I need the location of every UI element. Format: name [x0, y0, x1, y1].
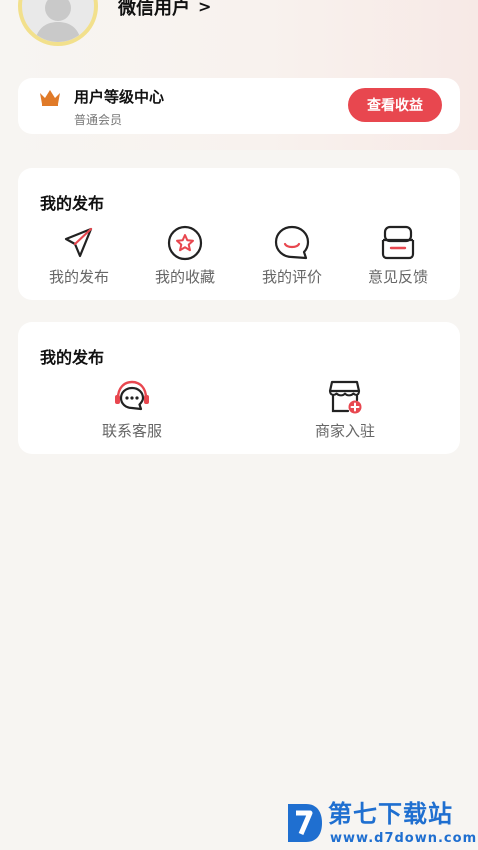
member-level-text: 普通会员 — [74, 113, 123, 127]
menu-item-label: 商家入驻 — [314, 422, 375, 440]
menu-item-my-posts[interactable]: 我的发布 — [26, 224, 132, 285]
username-text: 微信用户 — [118, 0, 190, 19]
menu-item-feedback[interactable]: 意见反馈 — [345, 224, 451, 285]
site-watermark: 第七下载站 www.d7down.com — [282, 800, 478, 850]
level-center-card[interactable]: 用户等级中心 普通会员 查看收益 — [18, 78, 460, 134]
menu-item-label: 意见反馈 — [367, 268, 428, 286]
user-silhouette-icon — [34, 0, 82, 42]
menu-item-label: 我的发布 — [48, 268, 109, 286]
headset-chat-icon — [113, 378, 151, 416]
watermark-url: www.d7down.com — [330, 831, 478, 846]
view-earnings-button[interactable]: 查看收益 — [348, 88, 442, 122]
menu-item-label: 我的评价 — [261, 268, 322, 286]
my-publish-card: 我的发布 我的发布 我的收藏 我的评价 意见反馈 — [18, 168, 460, 300]
menu-item-customer-service[interactable]: 联系客服 — [26, 378, 238, 439]
watermark-site-name: 第七下载站 — [328, 800, 453, 828]
send-icon — [60, 224, 98, 262]
menu-item-favorites[interactable]: 我的收藏 — [132, 224, 238, 285]
username-link[interactable]: 微信用户 > — [118, 0, 211, 20]
smile-chat-icon — [273, 224, 311, 262]
star-circle-icon — [166, 224, 204, 262]
feedback-box-icon — [379, 224, 417, 262]
store-add-icon — [326, 378, 364, 416]
services-card: 我的发布 联系客服 商家入驻 — [18, 322, 460, 454]
level-title: 用户等级中心 — [74, 88, 165, 106]
chevron-right-icon: > — [198, 0, 212, 16]
crown-icon — [40, 90, 60, 106]
section-title: 我的发布 — [40, 348, 105, 367]
menu-item-reviews[interactable]: 我的评价 — [239, 224, 345, 285]
menu-item-merchant-join[interactable]: 商家入驻 — [239, 378, 451, 439]
menu-item-label: 我的收藏 — [154, 268, 215, 286]
section-title: 我的发布 — [40, 194, 105, 213]
menu-item-label: 联系客服 — [101, 422, 162, 440]
d7-logo-icon — [288, 804, 322, 842]
